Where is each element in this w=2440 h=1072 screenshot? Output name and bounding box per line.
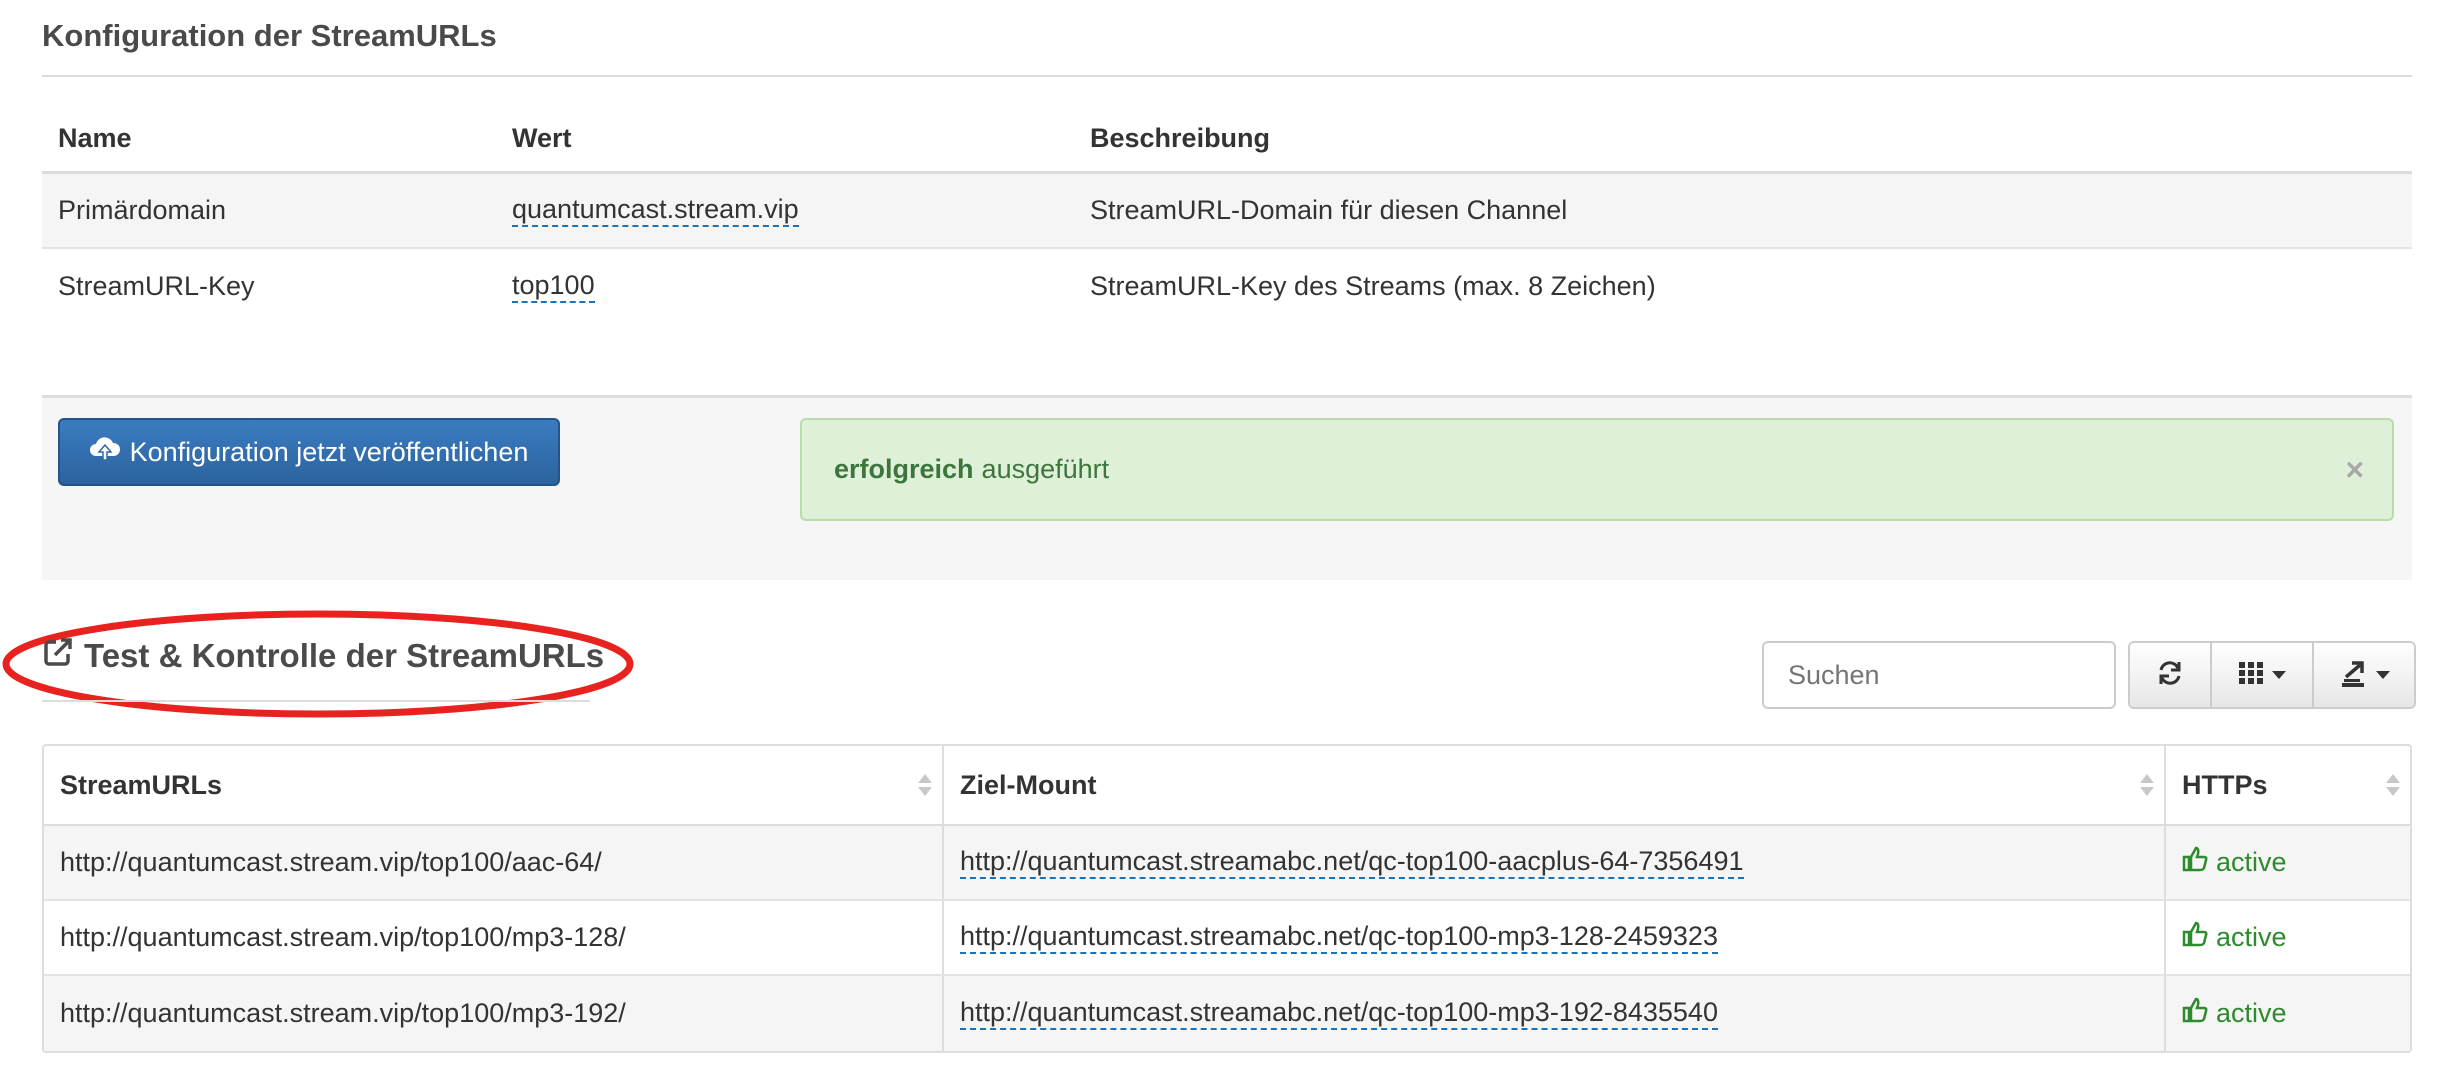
ziel-mount-link[interactable]: http://quantumcast.streamabc.net/qc-top1… bbox=[960, 846, 1744, 880]
export-dropdown-button[interactable] bbox=[2312, 643, 2414, 707]
header-value: Wert bbox=[512, 123, 572, 153]
thumbs-up-icon bbox=[2182, 997, 2208, 1030]
chevron-down-icon bbox=[2376, 671, 2390, 679]
https-cell: active bbox=[2164, 976, 2410, 1051]
publish-button-label: Konfiguration jetzt veröffentlichen bbox=[129, 436, 529, 467]
sort-icon bbox=[2140, 774, 2154, 796]
header-streamurls-label: StreamURLs bbox=[60, 769, 223, 800]
close-icon[interactable]: × bbox=[2345, 451, 2364, 488]
grid-columns-icon bbox=[2238, 661, 2264, 690]
test-title-divider bbox=[42, 700, 590, 702]
test-title-text: Test & Kontrolle der StreamURLs bbox=[84, 637, 605, 674]
config-name: StreamURL-Key bbox=[58, 271, 255, 301]
thumbs-up-icon bbox=[2182, 846, 2208, 879]
streamurl-table: StreamURLs Ziel-Mount HTTPs http://quant… bbox=[42, 744, 2412, 1053]
header-streamurls[interactable]: StreamURLs bbox=[44, 746, 942, 824]
https-status: active bbox=[2182, 846, 2287, 879]
streamurl-cell: http://quantumcast.stream.vip/top100/mp3… bbox=[60, 922, 626, 952]
config-table-header: Name Wert Beschreibung bbox=[42, 106, 2412, 174]
streamurl-table-header: StreamURLs Ziel-Mount HTTPs bbox=[44, 746, 2410, 826]
config-table: Name Wert Beschreibung Primärdomain quan… bbox=[42, 106, 2412, 324]
thumbs-up-icon bbox=[2182, 921, 2208, 954]
search-input[interactable] bbox=[1762, 641, 2116, 709]
publish-config-button[interactable]: Konfiguration jetzt veröffentlichen bbox=[58, 418, 560, 486]
header-name: Name bbox=[58, 123, 132, 153]
config-section-title: Konfiguration der StreamURLs bbox=[42, 18, 497, 53]
config-row-streamurl-key: StreamURL-Key top100 StreamURL-Key des S… bbox=[42, 249, 2412, 324]
streamurl-key-editable[interactable]: top100 bbox=[512, 270, 595, 304]
config-row-primary-domain: Primärdomain quantumcast.stream.vip Stre… bbox=[42, 174, 2412, 249]
https-cell: active bbox=[2164, 901, 2410, 974]
ziel-mount-cell: http://quantumcast.streamabc.net/qc-top1… bbox=[942, 826, 2164, 899]
ziel-mount-link[interactable]: http://quantumcast.streamabc.net/qc-top1… bbox=[960, 921, 1718, 955]
table-row: http://quantumcast.stream.vip/top100/mp3… bbox=[44, 976, 2410, 1051]
config-name: Primärdomain bbox=[58, 195, 227, 225]
header-description: Beschreibung bbox=[1090, 123, 1271, 153]
config-value-cell: quantumcast.stream.vip bbox=[512, 174, 799, 247]
chevron-down-icon bbox=[2272, 671, 2286, 679]
ziel-mount-cell: http://quantumcast.streamabc.net/qc-top1… bbox=[942, 901, 2164, 974]
table-toolbar bbox=[2128, 641, 2416, 709]
export-icon bbox=[2338, 659, 2368, 692]
header-ziel-mount[interactable]: Ziel-Mount bbox=[942, 746, 2164, 824]
ziel-mount-link[interactable]: http://quantumcast.streamabc.net/qc-top1… bbox=[960, 997, 1718, 1031]
refresh-button[interactable] bbox=[2130, 643, 2210, 707]
config-description: StreamURL-Key des Streams (max. 8 Zeiche… bbox=[1090, 271, 1656, 301]
https-cell: active bbox=[2164, 826, 2410, 899]
table-row: http://quantumcast.stream.vip/top100/aac… bbox=[44, 826, 2410, 901]
header-ziel-mount-label: Ziel-Mount bbox=[960, 769, 1097, 800]
streamurl-cell: http://quantumcast.stream.vip/top100/mp3… bbox=[60, 998, 626, 1028]
https-status-label: active bbox=[2216, 922, 2287, 952]
alert-strong-text: erfolgreich bbox=[834, 454, 974, 484]
action-panel: Konfiguration jetzt veröffentlichen erfo… bbox=[42, 395, 2412, 580]
success-alert: erfolgreich ausgeführt × bbox=[800, 418, 2394, 521]
header-https-label: HTTPs bbox=[2182, 769, 2268, 800]
https-status-label: active bbox=[2216, 847, 2287, 877]
config-title-divider bbox=[42, 75, 2412, 77]
header-https[interactable]: HTTPs bbox=[2164, 746, 2410, 824]
cloud-upload-icon bbox=[89, 436, 120, 469]
sort-icon bbox=[918, 774, 932, 796]
https-status: active bbox=[2182, 997, 2287, 1030]
streamurl-cell: http://quantumcast.stream.vip/top100/aac… bbox=[60, 847, 602, 877]
external-link-icon bbox=[42, 636, 74, 676]
table-row: http://quantumcast.stream.vip/top100/mp3… bbox=[44, 901, 2410, 976]
alert-text: ausgeführt bbox=[981, 454, 1110, 484]
primary-domain-editable[interactable]: quantumcast.stream.vip bbox=[512, 194, 799, 228]
refresh-icon bbox=[2156, 659, 2184, 692]
config-value-cell: top100 bbox=[512, 249, 595, 324]
columns-dropdown-button[interactable] bbox=[2210, 643, 2312, 707]
test-section-title: Test & Kontrolle der StreamURLs bbox=[42, 636, 604, 676]
config-description: StreamURL-Domain für diesen Channel bbox=[1090, 195, 1568, 225]
https-status-label: active bbox=[2216, 998, 2287, 1028]
https-status: active bbox=[2182, 921, 2287, 954]
ziel-mount-cell: http://quantumcast.streamabc.net/qc-top1… bbox=[942, 976, 2164, 1051]
sort-icon bbox=[2386, 774, 2400, 796]
